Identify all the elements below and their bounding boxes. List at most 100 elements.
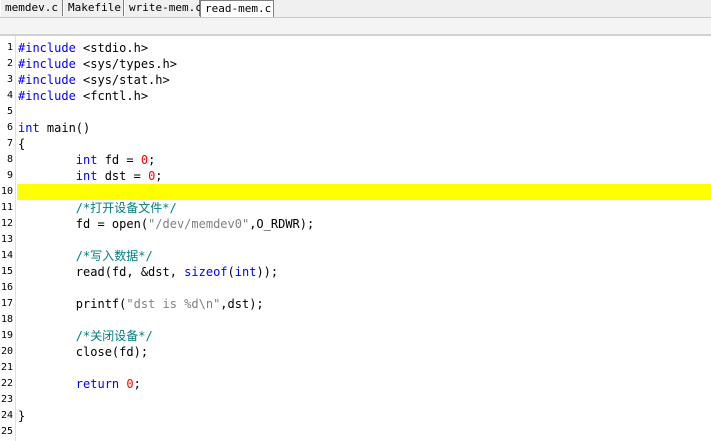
code-token: ,O_RDWR); [249, 217, 315, 231]
code-token: read(fd, &dst, [18, 265, 185, 279]
line-number: 14 [0, 250, 13, 261]
line-number: 1 [6, 42, 13, 53]
code-line[interactable]: 12 fd = open("/dev/memdev0",O_RDWR); [0, 216, 711, 232]
line-code: read(fd, &dst, sizeof(int)); [18, 264, 278, 280]
code-token: #include [18, 73, 76, 87]
line-number: 19 [0, 330, 13, 341]
code-editor[interactable]: 1 #include <stdio.h> 2 #include <sys/types.… [0, 36, 711, 441]
line-code: printf("dst is %d\n",dst); [18, 296, 264, 312]
tab-makefile[interactable]: Makefile [63, 0, 124, 16]
line-number: 16 [0, 282, 13, 293]
code-line[interactable]: 18 [0, 312, 711, 328]
line-code: #include <stdio.h> [18, 40, 148, 56]
tab-memdev-c[interactable]: memdev.c [0, 0, 63, 16]
line-code: fd = open("/dev/memdev0",O_RDWR); [18, 216, 314, 232]
line-number: 9 [6, 170, 13, 181]
editor-toolbar-strip [0, 18, 711, 36]
line-number: 17 [0, 298, 13, 309]
code-token: #include [18, 89, 76, 103]
code-token: ; [148, 153, 156, 167]
code-token: { [18, 137, 26, 151]
line-number: 22 [0, 378, 13, 389]
code-line[interactable]: 9 int dst = 0; [0, 168, 711, 184]
line-number: 15 [0, 266, 13, 277]
code-line[interactable]: 19 /*关闭设备*/ [0, 328, 711, 344]
line-code: int fd = 0; [18, 152, 156, 168]
line-number: 21 [0, 362, 13, 373]
code-token: <sys/types.h> [75, 57, 177, 71]
line-code: /*写入数据*/ [18, 248, 153, 264]
code-token: ,dst); [220, 297, 264, 311]
code-token: 0 [140, 153, 149, 167]
line-code: int main() [18, 120, 90, 136]
code-line[interactable]: 13 [0, 232, 711, 248]
tab-bar: memdev.c Makefile write-mem.c read-mem.c [0, 0, 711, 18]
code-token: int [75, 153, 98, 167]
code-line[interactable]: 5 [0, 104, 711, 120]
code-token: <stdio.h> [75, 41, 149, 55]
code-line[interactable]: 10 [0, 184, 711, 200]
code-token: <fcntl.h> [75, 89, 149, 103]
code-line[interactable]: 16 [0, 280, 711, 296]
code-token: printf( [18, 297, 127, 311]
code-line[interactable]: 6 int main() [0, 120, 711, 136]
code-token: fd = open( [18, 217, 149, 231]
code-token: int [18, 121, 40, 135]
code-token: /*关闭设备*/ [75, 329, 153, 343]
code-token: /*写入数据*/ [75, 249, 153, 263]
line-number: 6 [6, 122, 13, 133]
code-line[interactable]: 25 [0, 424, 711, 440]
code-line[interactable]: 2 #include <sys/types.h> [0, 56, 711, 72]
line-code: return 0; [18, 376, 141, 392]
tab-write-mem-c[interactable]: write-mem.c [124, 0, 202, 16]
code-line[interactable]: 24} [0, 408, 711, 424]
code-line[interactable]: 3 #include <sys/stat.h> [0, 72, 711, 88]
code-line[interactable]: 15 read(fd, &dst, sizeof(int)); [0, 264, 711, 280]
code-token: )); [256, 265, 279, 279]
code-token: dst = [97, 169, 149, 183]
code-token: ; [155, 169, 163, 183]
code-line[interactable]: 21 [0, 360, 711, 376]
code-token: "/dev/memdev0" [148, 217, 250, 231]
line-number: 23 [0, 394, 13, 405]
code-line[interactable]: 1 #include <stdio.h> [0, 40, 711, 56]
code-token: #include [18, 41, 76, 55]
line-number: 18 [0, 314, 13, 325]
code-token: ( [227, 265, 235, 279]
line-number: 5 [6, 106, 13, 117]
code-line[interactable]: 14 /*写入数据*/ [0, 248, 711, 264]
code-token: <sys/stat.h> [75, 73, 170, 87]
current-line-highlight [17, 184, 711, 200]
line-code: { [18, 136, 25, 152]
code-line[interactable]: 11 /*打开设备文件*/ [0, 200, 711, 216]
code-line[interactable]: 7{ [0, 136, 711, 152]
code-token: int [234, 265, 257, 279]
line-code: /*关闭设备*/ [18, 328, 153, 344]
line-number: 10 [0, 186, 13, 197]
code-token: int [75, 169, 98, 183]
code-token: #include [18, 57, 76, 71]
line-number: 8 [6, 154, 13, 165]
code-line[interactable]: 17 printf("dst is %d\n",dst); [0, 296, 711, 312]
code-token: 0 [126, 377, 134, 391]
code-line[interactable]: 22 return 0; [0, 376, 711, 392]
code-token: ; [133, 377, 141, 391]
code-line[interactable]: 8 int fd = 0; [0, 152, 711, 168]
line-number: 2 [6, 58, 13, 69]
line-number: 25 [0, 426, 13, 437]
code-token: main() [39, 121, 91, 135]
code-token: "dst is %d\n" [126, 297, 221, 311]
tab-read-mem-c[interactable]: read-mem.c [200, 0, 274, 17]
code-line[interactable]: 20 close(fd); [0, 344, 711, 360]
code-line[interactable]: 4 #include <fcntl.h> [0, 88, 711, 104]
code-token: return [75, 377, 120, 391]
line-code: #include <sys/types.h> [18, 56, 177, 72]
code-line[interactable]: 23 [0, 392, 711, 408]
line-code: #include <sys/stat.h> [18, 72, 170, 88]
line-code: } [18, 408, 25, 424]
code-token: close(fd); [18, 345, 149, 359]
